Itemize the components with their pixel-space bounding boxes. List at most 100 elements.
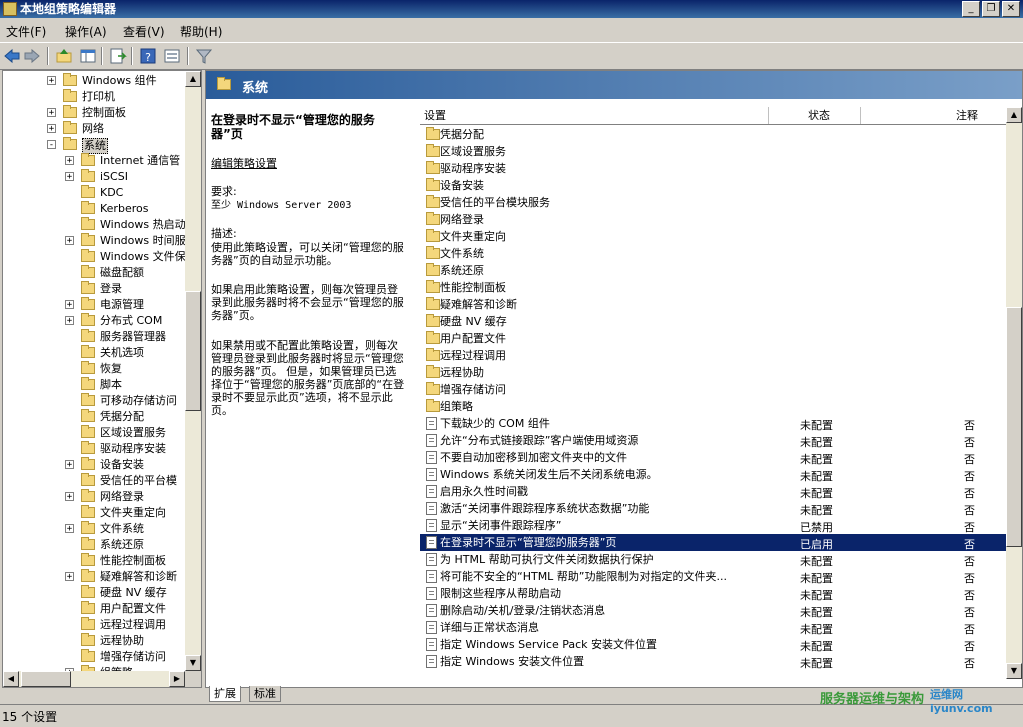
expand-icon[interactable]: + — [47, 108, 56, 118]
list-policy-row[interactable]: 为 HTML 帮助可执行文件关闭数据执行保护 未配置 否 — [420, 551, 1006, 568]
list-folder-row[interactable]: 凭据分配 — [420, 126, 1006, 143]
list-folder-row[interactable]: 区域设置服务 — [420, 143, 1006, 160]
menu-file[interactable]: 文件(F) — [6, 23, 46, 40]
tree-item[interactable]: Kerberos — [3, 201, 185, 217]
tree-item[interactable]: + 网络登录 — [3, 489, 185, 505]
list-policy-row[interactable]: 下载缺少的 COM 组件 未配置 否 — [420, 415, 1006, 432]
scroll-down-arrow-icon[interactable]: ▼ — [185, 655, 201, 671]
tree-item[interactable]: 脚本 — [3, 377, 185, 393]
expand-icon[interactable]: + — [65, 492, 74, 502]
tree-item[interactable]: + 分布式 COM — [3, 313, 185, 329]
tab-extended[interactable]: 扩展 — [209, 686, 241, 702]
list-policy-row[interactable]: 指定 Windows 安装文件位置 未配置 否 — [420, 653, 1006, 670]
export-list-icon[interactable] — [109, 47, 127, 65]
tree-item[interactable]: 性能控制面板 — [3, 553, 185, 569]
filter-icon[interactable] — [195, 47, 213, 65]
list-folder-row[interactable]: 远程过程调用 — [420, 347, 1006, 364]
tree-item[interactable]: 硬盘 NV 缓存 — [3, 585, 185, 601]
list-folder-row[interactable]: 受信任的平台模块服务 — [420, 194, 1006, 211]
list-policy-row[interactable]: Windows 系统关闭发生后不关闭系统电源。 未配置 否 — [420, 466, 1006, 483]
tree-item[interactable]: 打印机 — [3, 89, 185, 105]
expand-icon[interactable]: + — [65, 236, 74, 246]
tree-item[interactable]: 增强存储访问 — [3, 649, 185, 665]
column-state[interactable]: 状态 — [808, 108, 830, 123]
tree-item[interactable]: Windows 文件保 — [3, 249, 185, 265]
list-policy-row[interactable]: 在登录时不显示“管理您的服务器”页 已启用 否 — [420, 534, 1006, 551]
column-comment[interactable]: 注释 — [956, 108, 978, 123]
tree-item[interactable]: + 设备安装 — [3, 457, 185, 473]
expand-icon[interactable]: + — [47, 124, 56, 134]
tree-item[interactable]: 关机选项 — [3, 345, 185, 361]
tree-item[interactable]: + 电源管理 — [3, 297, 185, 313]
column-setting[interactable]: 设置 — [424, 108, 446, 123]
list-policy-row[interactable]: 删除启动/关机/登录/注销状态消息 未配置 否 — [420, 602, 1006, 619]
list-policy-row[interactable]: 详细与正常状态消息 未配置 否 — [420, 619, 1006, 636]
tree-item[interactable]: 恢复 — [3, 361, 185, 377]
tree-item[interactable]: + 文件系统 — [3, 521, 185, 537]
help-icon[interactable]: ? — [139, 47, 157, 65]
list-folder-row[interactable]: 远程协助 — [420, 364, 1006, 381]
list-folder-row[interactable]: 文件夹重定向 — [420, 228, 1006, 245]
menu-view[interactable]: 查看(V) — [123, 23, 165, 40]
tree-item[interactable]: + 疑难解答和诊断 — [3, 569, 185, 585]
list-policy-row[interactable]: 允许“分布式链接跟踪”客户端使用域资源 未配置 否 — [420, 432, 1006, 449]
list-folder-row[interactable]: 性能控制面板 — [420, 279, 1006, 296]
show-hide-tree-icon[interactable] — [79, 47, 97, 65]
tree-item[interactable]: + Windows 时间服 — [3, 233, 185, 249]
list-policy-row[interactable]: 启用永久性时间戳 未配置 否 — [420, 483, 1006, 500]
tree-item[interactable]: 可移动存储访问 — [3, 393, 185, 409]
list-scroll-up-arrow-icon[interactable]: ▲ — [1006, 107, 1022, 123]
tree-item[interactable]: + Windows 组件 — [3, 73, 185, 89]
scroll-up-arrow-icon[interactable]: ▲ — [185, 71, 201, 87]
tree-item[interactable]: 远程过程调用 — [3, 617, 185, 633]
tree-item[interactable]: 文件夹重定向 — [3, 505, 185, 521]
tree-item[interactable]: 服务器管理器 — [3, 329, 185, 345]
tree-vertical-scrollbar[interactable]: ▲ ▼ — [185, 71, 201, 671]
list-policy-row[interactable]: 激活“关闭事件跟踪程序系统状态数据”功能 未配置 否 — [420, 500, 1006, 517]
list-folder-row[interactable]: 文件系统 — [420, 245, 1006, 262]
tree-item[interactable]: Windows 热启动 — [3, 217, 185, 233]
list-scroll-down-arrow-icon[interactable]: ▼ — [1006, 663, 1022, 679]
list-folder-row[interactable]: 设备安装 — [420, 177, 1006, 194]
back-arrow-icon[interactable] — [3, 47, 21, 65]
tree-item[interactable]: 用户配置文件 — [3, 601, 185, 617]
list-policy-row[interactable]: 将可能不安全的“HTML 帮助”功能限制为对指定的文件夹... 未配置 否 — [420, 568, 1006, 585]
minimize-button[interactable]: _ — [962, 1, 980, 17]
list-policy-row[interactable]: 指定 Windows Service Pack 安装文件位置 未配置 否 — [420, 636, 1006, 653]
expand-icon[interactable]: + — [65, 172, 74, 182]
list-policy-row[interactable]: 不要自动加密移到加密文件夹中的文件 未配置 否 — [420, 449, 1006, 466]
properties-icon[interactable] — [163, 47, 181, 65]
tree-scroll-thumb[interactable] — [185, 291, 201, 411]
edit-policy-link[interactable]: 编辑策略设置 — [211, 157, 277, 170]
expand-icon[interactable]: + — [65, 572, 74, 582]
tree-item[interactable]: 凭据分配 — [3, 409, 185, 425]
scroll-left-arrow-icon[interactable]: ◀ — [3, 671, 19, 687]
menu-action[interactable]: 操作(A) — [65, 23, 107, 40]
tree-item[interactable]: 系统还原 — [3, 537, 185, 553]
tree-item[interactable]: 受信任的平台模 — [3, 473, 185, 489]
tree-item[interactable]: 登录 — [3, 281, 185, 297]
tree-item[interactable]: + 控制面板 — [3, 105, 185, 121]
list-folder-row[interactable]: 组策略 — [420, 398, 1006, 415]
close-button[interactable]: ✕ — [1002, 1, 1020, 17]
list-folder-row[interactable]: 驱动程序安装 — [420, 160, 1006, 177]
list-folder-row[interactable]: 增强存储访问 — [420, 381, 1006, 398]
list-folder-row[interactable]: 疑难解答和诊断 — [420, 296, 1006, 313]
tree-item[interactable]: 远程协助 — [3, 633, 185, 649]
list-folder-row[interactable]: 用户配置文件 — [420, 330, 1006, 347]
list-vertical-scrollbar[interactable]: ▲ ▼ — [1006, 107, 1022, 679]
up-folder-icon[interactable] — [55, 47, 73, 65]
tree-item[interactable]: + iSCSI — [3, 169, 185, 185]
collapse-icon[interactable]: - — [47, 140, 56, 150]
tree-horizontal-scrollbar[interactable]: ◀ ▶ — [3, 671, 185, 687]
tree-item[interactable]: + 网络 — [3, 121, 185, 137]
tree-item[interactable]: 磁盘配额 — [3, 265, 185, 281]
tree-hscroll-thumb[interactable] — [21, 671, 71, 687]
expand-icon[interactable]: + — [65, 460, 74, 470]
expand-icon[interactable]: + — [65, 316, 74, 326]
tree-item[interactable]: KDC — [3, 185, 185, 201]
tree-item[interactable]: 驱动程序安装 — [3, 441, 185, 457]
expand-icon[interactable]: + — [65, 524, 74, 534]
tree-item[interactable]: + Internet 通信管 — [3, 153, 185, 169]
tree-item[interactable]: 区域设置服务 — [3, 425, 185, 441]
